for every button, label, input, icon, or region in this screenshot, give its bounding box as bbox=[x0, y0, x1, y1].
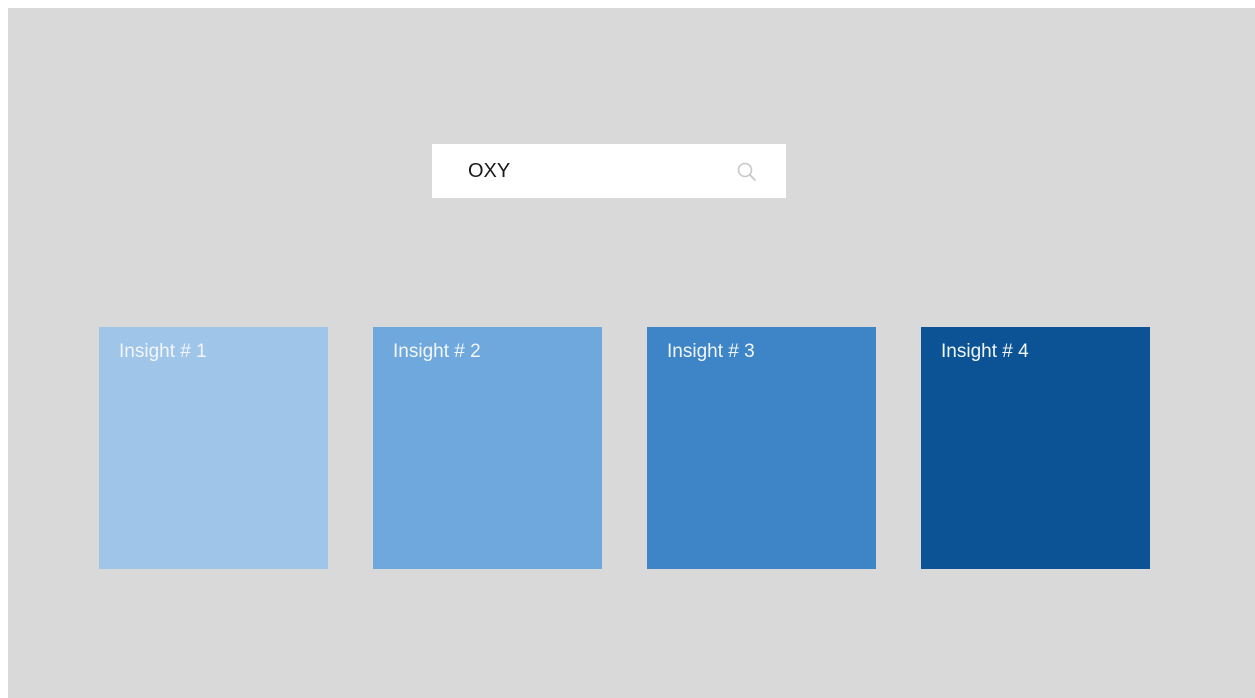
search-bar[interactable] bbox=[432, 144, 786, 198]
search-icon[interactable] bbox=[735, 160, 759, 184]
search-input[interactable] bbox=[456, 144, 726, 198]
insight-card-1[interactable]: Insight # 1 bbox=[99, 327, 328, 569]
insight-card-4[interactable]: Insight # 4 bbox=[921, 327, 1150, 569]
insight-card-label: Insight # 2 bbox=[393, 341, 481, 362]
insight-card-label: Insight # 1 bbox=[119, 341, 207, 362]
insight-card-label: Insight # 4 bbox=[941, 341, 1029, 362]
insight-card-2[interactable]: Insight # 2 bbox=[373, 327, 602, 569]
search-icon-graphic bbox=[737, 162, 756, 181]
insight-card-3[interactable]: Insight # 3 bbox=[647, 327, 876, 569]
page-background: Insight # 1 Insight # 2 Insight # 3 Insi… bbox=[8, 8, 1255, 698]
insight-card-label: Insight # 3 bbox=[667, 341, 755, 362]
